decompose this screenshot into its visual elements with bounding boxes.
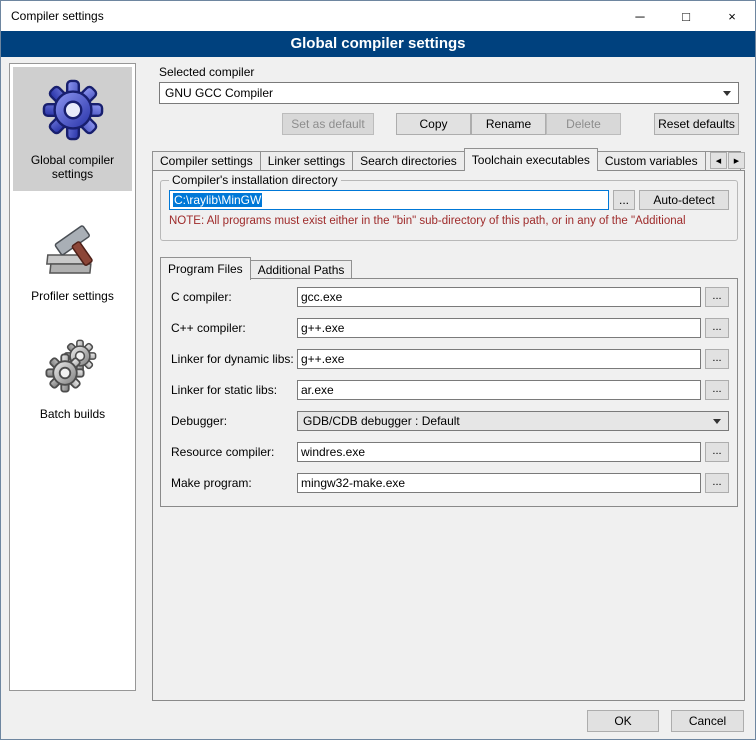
reset-defaults-button[interactable]: Reset defaults xyxy=(654,113,739,135)
tab-scroll-left-icon[interactable]: ◀ xyxy=(710,152,727,169)
installation-directory-row: C:\raylib\MinGW ... Auto-detect xyxy=(169,190,729,210)
sidebar-item-label: Batch builds xyxy=(40,407,105,421)
debugger-dropdown[interactable]: GDB/CDB debugger : Default xyxy=(297,411,729,431)
rename-button[interactable]: Rename xyxy=(471,113,546,135)
tab-linker-settings[interactable]: Linker settings xyxy=(260,151,353,170)
tab-search-directories[interactable]: Search directories xyxy=(352,151,465,170)
browse-directory-button[interactable]: ... xyxy=(613,190,635,210)
resource-compiler-input[interactable] xyxy=(297,442,701,462)
tab-scroll-buttons: ◀ ▶ xyxy=(709,152,745,169)
sidebar-item-label: Global compiler settings xyxy=(15,153,130,181)
field-row: Linker for static libs: ... xyxy=(171,380,729,400)
compiler-settings-dialog: Compiler settings ─ □ × Global compiler … xyxy=(0,0,756,740)
auto-detect-button[interactable]: Auto-detect xyxy=(639,190,729,210)
selected-compiler-label: Selected compiler xyxy=(159,65,254,79)
field-row: Resource compiler: ... xyxy=(171,442,729,462)
field-row: Make program: ... xyxy=(171,473,729,493)
make-program-label: Make program: xyxy=(171,476,297,490)
browse-static-linker-button[interactable]: ... xyxy=(705,380,729,400)
close-button[interactable]: × xyxy=(709,1,755,31)
selected-path-text: C:\raylib\MinGW xyxy=(173,193,262,207)
title-bar[interactable]: Compiler settings ─ □ × xyxy=(1,1,755,31)
dynamic-linker-input[interactable] xyxy=(297,349,701,369)
installation-directory-group: Compiler's installation directory C:\ray… xyxy=(160,173,738,241)
tab-toolchain-executables[interactable]: Toolchain executables xyxy=(464,148,598,171)
debugger-value: GDB/CDB debugger : Default xyxy=(303,414,460,428)
maximize-button[interactable]: □ xyxy=(663,1,709,31)
page-title: Global compiler settings xyxy=(1,31,755,57)
selected-compiler-value: GNU GCC Compiler xyxy=(165,86,273,100)
debugger-label: Debugger: xyxy=(171,414,297,428)
sidebar-item-label: Profiler settings xyxy=(31,289,114,303)
static-linker-label: Linker for static libs: xyxy=(171,383,297,397)
program-files-panel: C compiler: ... C++ compiler: ... Linker… xyxy=(160,278,738,507)
delete-button[interactable]: Delete xyxy=(546,113,621,135)
cancel-button[interactable]: Cancel xyxy=(671,710,744,732)
sidebar-item-global-compiler-settings[interactable]: Global compiler settings xyxy=(13,67,132,191)
browse-c-compiler-button[interactable]: ... xyxy=(705,287,729,307)
program-tabs: Program Files Additional Paths xyxy=(160,258,351,279)
tab-compiler-settings[interactable]: Compiler settings xyxy=(152,151,261,170)
selected-compiler-dropdown[interactable]: GNU GCC Compiler xyxy=(159,82,739,104)
cpp-compiler-label: C++ compiler: xyxy=(171,321,297,335)
make-program-input[interactable] xyxy=(297,473,701,493)
sidebar-item-profiler-settings[interactable]: Profiler settings xyxy=(13,203,132,313)
static-linker-input[interactable] xyxy=(297,380,701,400)
tab-program-files[interactable]: Program Files xyxy=(160,257,251,280)
tab-additional-paths[interactable]: Additional Paths xyxy=(250,260,353,279)
installation-directory-input[interactable]: C:\raylib\MinGW xyxy=(169,190,609,210)
settings-category-sidebar: Global compiler settings P xyxy=(9,63,136,691)
field-row: Linker for dynamic libs: ... xyxy=(171,349,729,369)
c-compiler-label: C compiler: xyxy=(171,290,297,304)
minimize-button[interactable]: ─ xyxy=(617,1,663,31)
browse-dynamic-linker-button[interactable]: ... xyxy=(705,349,729,369)
c-compiler-input[interactable] xyxy=(297,287,701,307)
toolchain-executables-panel: Compiler's installation directory C:\ray… xyxy=(152,170,745,701)
browse-cpp-compiler-button[interactable]: ... xyxy=(705,318,729,338)
bin-directory-note: NOTE: All programs must exist either in … xyxy=(169,215,729,227)
installation-directory-label: Compiler's installation directory xyxy=(169,173,341,187)
resource-compiler-label: Resource compiler: xyxy=(171,445,297,459)
sidebar-item-batch-builds[interactable]: Batch builds xyxy=(13,325,132,431)
dialog-body: Global compiler settings P xyxy=(1,57,755,739)
field-row: C compiler: ... xyxy=(171,287,729,307)
copy-button[interactable]: Copy xyxy=(396,113,471,135)
field-row: C++ compiler: ... xyxy=(171,318,729,338)
profiler-tool-icon xyxy=(44,215,102,277)
window-title: Compiler settings xyxy=(1,1,617,31)
cpp-compiler-input[interactable] xyxy=(297,318,701,338)
dropdown-arrow-icon xyxy=(723,91,731,96)
gray-gears-icon xyxy=(43,337,103,395)
dropdown-arrow-icon xyxy=(713,419,721,424)
field-row: Debugger: GDB/CDB debugger : Default xyxy=(171,411,729,431)
compiler-tabs: Compiler settings Linker settings Search… xyxy=(152,149,745,170)
dynamic-linker-label: Linker for dynamic libs: xyxy=(171,352,297,366)
tab-scroll-right-icon[interactable]: ▶ xyxy=(728,152,745,169)
blue-gear-icon xyxy=(42,79,104,141)
ok-button[interactable]: OK xyxy=(587,710,659,732)
set-as-default-button[interactable]: Set as default xyxy=(282,113,374,135)
browse-make-program-button[interactable]: ... xyxy=(705,473,729,493)
browse-resource-compiler-button[interactable]: ... xyxy=(705,442,729,462)
tab-custom-variables[interactable]: Custom variables xyxy=(597,151,706,170)
